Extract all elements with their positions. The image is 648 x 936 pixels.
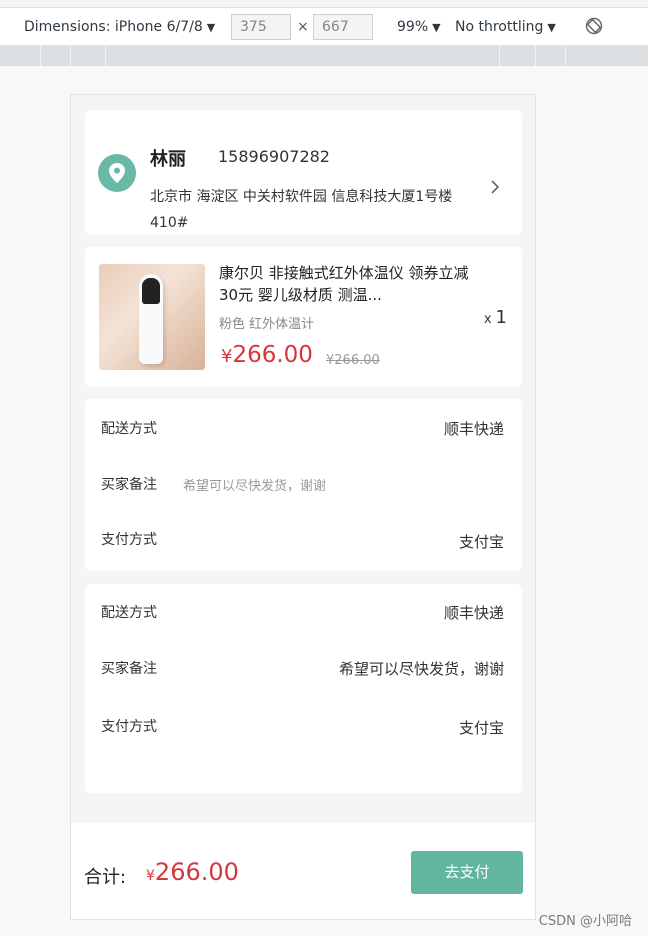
ruler-divider — [499, 46, 500, 66]
pay-button[interactable]: 去支付 — [411, 851, 523, 894]
ruler-divider — [535, 46, 536, 66]
chevron-right-icon[interactable] — [490, 180, 500, 194]
product-spec: 粉色 红外体温计 — [219, 317, 315, 332]
quantity-value: 1 — [495, 307, 507, 328]
delivery-value[interactable]: 顺丰快递 — [444, 418, 504, 439]
delivery-value[interactable]: 顺丰快递 — [444, 602, 504, 623]
price-value: 266.00 — [232, 342, 313, 368]
rotate-icon[interactable] — [585, 17, 603, 35]
total-price: ¥266.00 — [146, 858, 239, 886]
total-currency: ¥ — [146, 868, 155, 884]
address-card[interactable]: 林丽 15896907282 北京市 海淀区 中关村软件园 信息科技大厦1号楼4… — [85, 110, 522, 235]
payment-value[interactable]: 支付宝 — [459, 531, 504, 552]
caret-down-icon: ▼ — [206, 21, 216, 34]
dimensions-label: Dimensions: iPhone 6/7/8 — [24, 19, 203, 35]
product-image — [99, 264, 205, 370]
phone-viewport: 林丽 15896907282 北京市 海淀区 中关村软件园 信息科技大厦1号楼4… — [70, 94, 536, 920]
dimensions-dropdown[interactable]: Dimensions: iPhone 6/7/8 ▼ — [24, 14, 215, 40]
delivery-label: 配送方式 — [101, 421, 157, 437]
caret-down-icon: ▼ — [547, 21, 556, 34]
recipient-phone: 15896907282 — [218, 147, 330, 166]
order-info-card-1: 配送方式 顺丰快递 买家备注 希望可以尽快发货，谢谢 支付方式 支付宝 — [85, 399, 522, 571]
order-info-card-2: 配送方式 顺丰快递 买家备注 希望可以尽快发货，谢谢 支付方式 支付宝 — [85, 584, 522, 793]
ruler-divider — [105, 46, 106, 66]
recipient-name: 林丽 — [150, 149, 186, 170]
price-currency: ¥ — [221, 346, 233, 367]
throttling-label: No throttling — [455, 19, 544, 35]
throttling-dropdown[interactable]: No throttling ▼ — [455, 14, 556, 40]
thermometer-screen — [142, 278, 160, 304]
remark-input[interactable]: 希望可以尽快发货，谢谢 — [183, 475, 326, 494]
location-pin-icon — [98, 154, 136, 192]
ruler-divider — [70, 46, 71, 66]
zoom-label: 99% — [397, 19, 429, 35]
payment-label: 支付方式 — [101, 532, 157, 548]
width-input[interactable]: 375 — [231, 14, 291, 40]
quantity-prefix: x — [483, 312, 492, 327]
product-quantity: x1 — [484, 307, 507, 328]
product-price: ¥266.00 — [221, 342, 313, 368]
ruler-divider — [565, 46, 566, 66]
original-price: ¥266.00 — [326, 353, 380, 368]
times-sign: × — [297, 19, 309, 35]
checkout-bar: 合计: ¥266.00 去支付 — [71, 823, 535, 919]
delivery-label: 配送方式 — [101, 605, 157, 621]
devtools-toolbar: Dimensions: iPhone 6/7/8 ▼ 375 × 667 99% ▼… — [0, 0, 648, 46]
remark-value[interactable]: 希望可以尽快发货，谢谢 — [339, 658, 504, 679]
media-query-ruler — [0, 46, 648, 66]
product-title: 康尔贝 非接触式红外体温仪 领券立减30元 婴儿级材质 测温... — [219, 264, 469, 304]
remark-label: 买家备注 — [101, 477, 157, 493]
total-value: 266.00 — [154, 858, 239, 886]
payment-value[interactable]: 支付宝 — [459, 717, 504, 738]
address-detail: 北京市 海淀区 中关村软件园 信息科技大厦1号楼410# — [150, 189, 453, 231]
total-label: 合计: — [84, 867, 127, 888]
product-card[interactable]: 康尔贝 非接触式红外体温仪 领券立减30元 婴儿级材质 测温... 粉色 红外体… — [85, 247, 522, 387]
remark-label: 买家备注 — [101, 661, 157, 677]
payment-label: 支付方式 — [101, 719, 157, 735]
caret-down-icon: ▼ — [432, 21, 441, 34]
height-input[interactable]: 667 — [313, 14, 373, 40]
zoom-dropdown[interactable]: 99% ▼ — [397, 14, 441, 40]
watermark: CSDN @小阿哈 — [538, 914, 632, 929]
ruler-divider — [40, 46, 41, 66]
devtools-top-strip — [0, 0, 648, 8]
